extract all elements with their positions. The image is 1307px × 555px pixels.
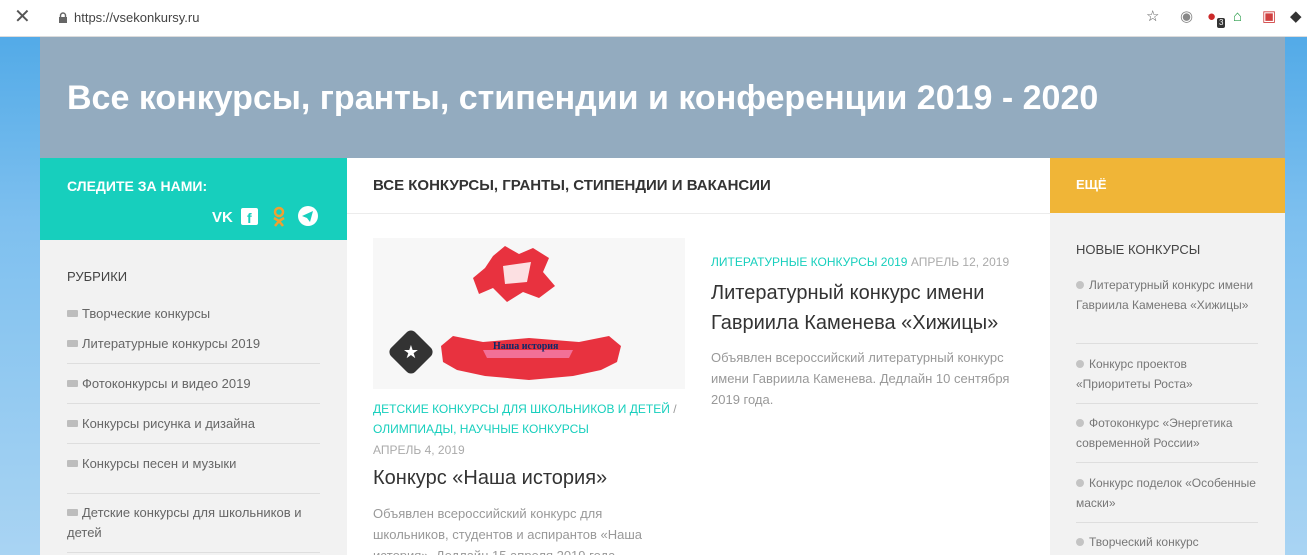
telegram-icon[interactable] [297, 205, 319, 227]
follow-us-label: СЛЕДИТЕ ЗА НАМИ: [67, 178, 208, 194]
vk-icon[interactable]: VK [211, 205, 235, 227]
post-date: АПРЕЛЬ 12, 2019 [910, 255, 1010, 269]
post-category[interactable]: ОЛИМПИАДЫ, НАУЧНЫЕ КОНКУРСЫ [373, 422, 589, 436]
category-link[interactable]: Конкурсы песен и музыки [67, 454, 327, 474]
post-excerpt-line: Объявлен всероссийский конкурс для [373, 506, 603, 521]
category-link[interactable]: Конкурсы рисунка и дизайна [67, 414, 327, 434]
post-excerpt-line: школьников, студентов и аспирантов «Наша [373, 527, 643, 542]
divider [67, 403, 320, 404]
address-bar[interactable]: https://vsekonkursy.ru [74, 10, 199, 25]
recent-post-link[interactable]: Литературный конкурс имени Гавриила Каме… [1076, 275, 1261, 315]
clock-icon [1076, 537, 1084, 546]
folder-icon [67, 509, 78, 517]
folder-icon [67, 460, 78, 468]
post-title[interactable]: Конкурс «Наша история» [373, 463, 693, 493]
folder-icon [67, 340, 78, 348]
left-sidebar: РУБРИКИ Творческие конкурсы Литературные… [40, 240, 347, 555]
divider [1076, 403, 1258, 404]
more-panel: ЕЩЁ [1050, 158, 1285, 213]
recent-post-link[interactable]: Конкурс поделок «Особенные маски» [1076, 473, 1261, 513]
svg-text:VK: VK [212, 209, 233, 226]
web-page: Все конкурсы, гранты, стипендии и конфер… [40, 37, 1285, 555]
divider [67, 443, 320, 444]
rubrics-heading: РУБРИКИ [67, 269, 128, 284]
category-link[interactable]: Детские конкурсы для школьников и детей [67, 503, 327, 543]
divider [67, 363, 320, 364]
image-caption: Наша история [493, 341, 559, 352]
clock-icon [1076, 280, 1084, 289]
site-title[interactable]: Все конкурсы, гранты, стипендии и конфер… [67, 79, 1098, 118]
recent-post-link[interactable]: Конкурс проектов «Приоритеты Роста» [1076, 354, 1261, 394]
star-icon[interactable]: ☆ [1146, 9, 1159, 25]
post-excerpt: Объявлен всероссийский литературный конк… [711, 350, 1010, 407]
right-sidebar: НОВЫЕ КОНКУРСЫ Литературный конкурс имен… [1050, 213, 1285, 555]
lock-icon [59, 12, 67, 23]
extension-dark-icon[interactable]: ◆ [1290, 9, 1302, 25]
recent-post-link[interactable]: Творческий конкурс [1076, 532, 1261, 552]
opera-icon[interactable]: ◉ [1180, 9, 1193, 25]
folder-icon [67, 380, 78, 388]
post-title[interactable]: Литературный конкурс имени Гавриила Каме… [711, 278, 1021, 338]
post-date: АПРЕЛЬ 4, 2019 [373, 443, 465, 457]
category-link[interactable]: Творческие конкурсы [67, 304, 327, 324]
clock-icon [1076, 359, 1084, 368]
post-meta: ЛИТЕРАТУРНЫЕ КОНКУРСЫ 2019 АПРЕЛЬ 12, 20… [711, 255, 1009, 269]
divider [67, 493, 320, 494]
recent-post-link[interactable]: Фотоконкурс «Энергетика современной Росс… [1076, 413, 1261, 453]
odnoklassniki-icon[interactable] [269, 205, 289, 227]
main-heading: ВСЕ КОНКУРСЫ, ГРАНТЫ, СТИПЕНДИИ И ВАКАНС… [373, 177, 771, 194]
extension-house-icon[interactable]: ⌂ [1233, 9, 1242, 25]
folder-icon [67, 420, 78, 428]
new-contests-heading: НОВЫЕ КОНКУРСЫ [1076, 242, 1201, 257]
svg-text:f: f [247, 210, 252, 226]
divider [1076, 462, 1258, 463]
facebook-icon[interactable]: f [240, 205, 260, 227]
divider [67, 552, 320, 553]
clock-icon [1076, 478, 1084, 487]
close-tab-icon[interactable]: ✕ [14, 6, 31, 28]
divider [1076, 343, 1258, 344]
divider [1076, 522, 1258, 523]
category-link[interactable]: Фотоконкурсы и видео 2019 [67, 374, 327, 394]
extension-badge: 3 [1217, 18, 1226, 28]
post-category[interactable]: ЛИТЕРАТУРНЫЕ КОНКУРСЫ 2019 [711, 255, 907, 269]
folder-icon [67, 310, 78, 318]
category-link[interactable]: Литературные конкурсы 2019 [67, 334, 327, 354]
follow-us-panel: СЛЕДИТЕ ЗА НАМИ: VK f [40, 158, 347, 240]
extension-red-icon[interactable]: ● [1207, 9, 1216, 25]
clock-icon [1076, 418, 1084, 427]
main-heading-bar: ВСЕ КОНКУРСЫ, ГРАНТЫ, СТИПЕНДИИ И ВАКАНС… [347, 158, 1050, 214]
featured-star-icon: ★ [402, 342, 420, 362]
post-excerpt-line: история». Дедлайн 15 апреля 2019 года. [373, 545, 619, 555]
pdf-icon[interactable]: ▣ [1262, 9, 1276, 25]
post-category[interactable]: ДЕТСКИЕ КОНКУРСЫ ДЛЯ ШКОЛЬНИКОВ И ДЕТЕЙ … [373, 402, 677, 416]
browser-toolbar: ✕ https://vsekonkursy.ru ☆ ◉ ● 3 ⌂ ▣ ◆ [0, 0, 1307, 37]
more-label: ЕЩЁ [1076, 177, 1107, 192]
site-header: Все конкурсы, гранты, стипендии и конфер… [40, 37, 1285, 158]
